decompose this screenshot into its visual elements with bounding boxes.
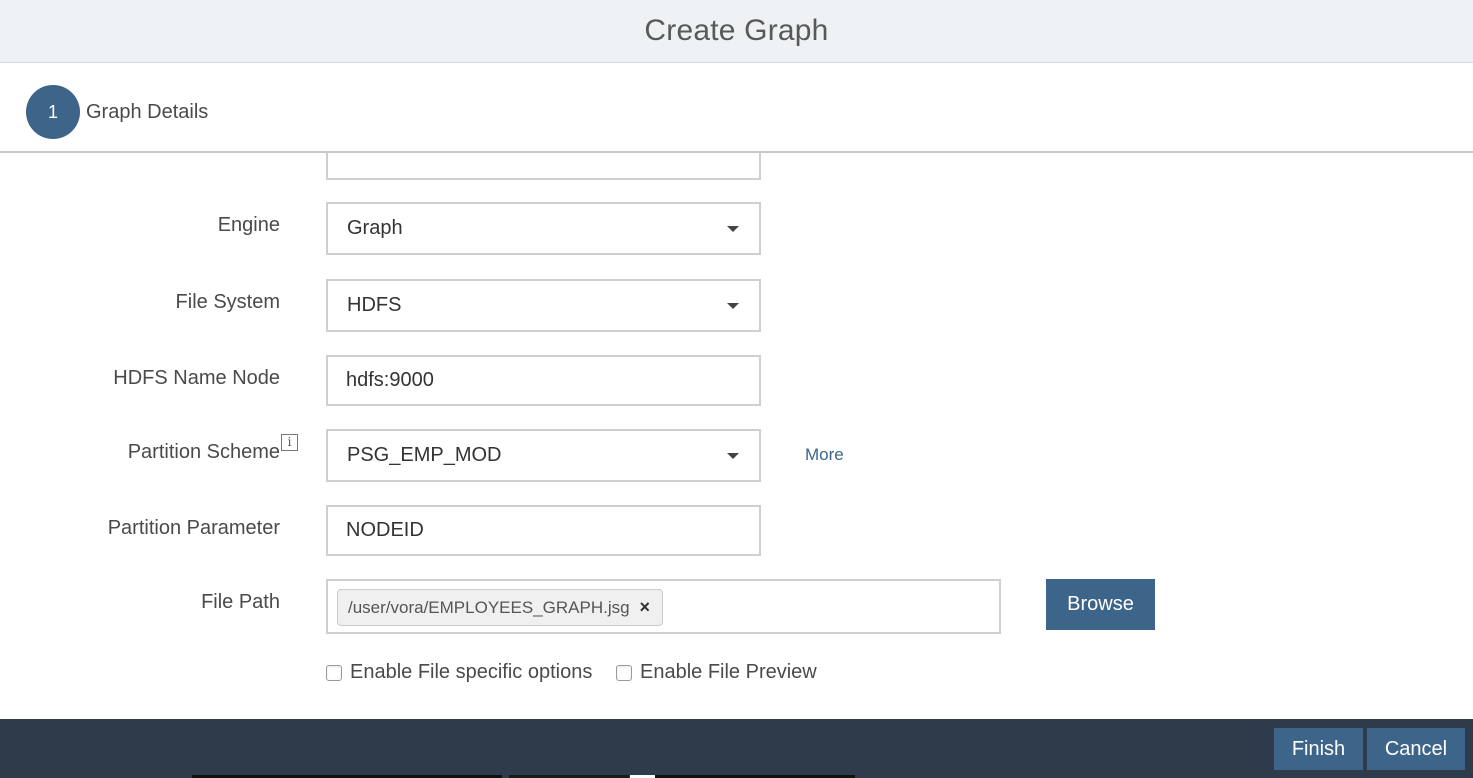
info-icon[interactable]: i [281,434,298,451]
file-system-select[interactable]: HDFS [326,279,761,332]
partition-parameter-label: Partition Parameter [107,517,280,539]
enable-file-preview[interactable]: Enable File Preview [616,661,817,684]
dialog-header: Create Graph [0,0,1473,63]
chevron-down-icon [727,302,739,309]
scrolled-field[interactable] [326,153,761,180]
chevron-down-icon [727,452,739,459]
file-path-chip: /user/vora/EMPLOYEES_GRAPH.jsg × [337,589,664,626]
finish-button[interactable]: Finish [1274,728,1363,770]
file-system-value: HDFS [347,294,402,316]
hdfs-name-node-label: HDFS Name Node [113,367,280,389]
browse-button[interactable]: Browse [1046,579,1155,630]
file-path-field[interactable]: /user/vora/EMPLOYEES_GRAPH.jsg × [326,579,1001,634]
graph-details-form: Engine Graph File System HDFS HDFS Name … [0,153,1473,719]
chevron-down-icon [727,225,739,232]
file-path-chip-label: /user/vora/EMPLOYEES_GRAPH.jsg [348,597,630,617]
partition-scheme-value: PSG_EMP_MOD [347,444,502,466]
partition-parameter-input[interactable]: NODEID [326,505,761,556]
file-system-label: File System [175,291,280,313]
partition-scheme-label: Partition Scheme [127,441,280,463]
step-number-badge[interactable]: 1 [26,85,80,139]
close-icon[interactable]: × [640,597,651,618]
partition-scheme-select[interactable]: PSG_EMP_MOD [326,429,761,482]
enable-file-specific-options[interactable]: Enable File specific options [326,661,592,684]
file-path-label: File Path [201,591,280,613]
engine-label: Engine [217,214,280,236]
step-bar: 1 Graph Details [0,63,1473,153]
file-preview-checkbox[interactable] [616,664,632,681]
file-preview-label: Enable File Preview [640,661,817,683]
dialog-footer: Finish Cancel [0,719,1473,778]
cancel-button[interactable]: Cancel [1367,728,1465,770]
more-link[interactable]: More [805,445,844,465]
engine-select[interactable]: Graph [326,202,761,255]
file-specific-options-checkbox[interactable] [326,664,342,681]
file-specific-options-label: Enable File specific options [350,661,593,683]
engine-value: Graph [347,217,403,239]
step-label[interactable]: Graph Details [86,101,208,124]
hdfs-name-node-input[interactable]: hdfs:9000 [326,355,761,406]
dialog-title: Create Graph [644,14,829,47]
